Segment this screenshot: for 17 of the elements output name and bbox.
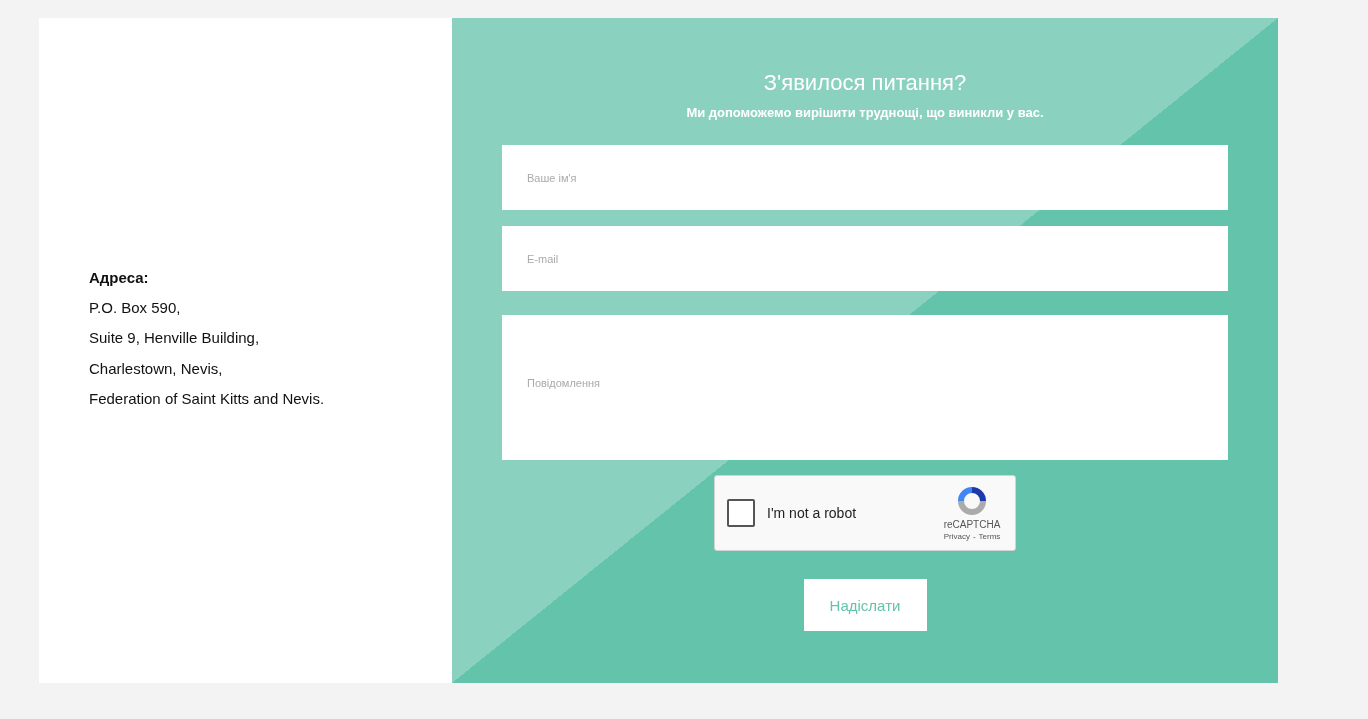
address-line: Suite 9, Henville Building, <box>89 328 261 348</box>
captcha-checkbox[interactable] <box>727 499 755 527</box>
link-separator: - <box>972 532 976 541</box>
address-line: P.O. Box 590, <box>89 297 182 318</box>
address-heading: Адреса: <box>89 267 150 288</box>
form-title: З'явилося питання? <box>763 70 967 96</box>
terms-link[interactable]: Terms <box>978 532 1001 541</box>
input-field[interactable]: E-mail <box>502 226 1228 291</box>
address-line: Charlestown, Nevis, <box>89 358 224 379</box>
privacy-link[interactable]: Privacy <box>943 532 970 541</box>
message-field[interactable]: Повідомлення <box>502 315 1228 460</box>
recaptcha-logo-icon <box>956 485 988 517</box>
form-subtitle: Ми допоможемо вирішити труднощі, що виникли у вас. <box>686 105 1044 121</box>
input-field[interactable]: Ваше ім'я <box>502 145 1228 210</box>
captcha-label: I'm not a robot <box>767 505 858 521</box>
captcha-brand: reCAPTCHA <box>943 519 1001 530</box>
address-line: Federation of Saint Kitts and Nevis. <box>89 389 325 409</box>
